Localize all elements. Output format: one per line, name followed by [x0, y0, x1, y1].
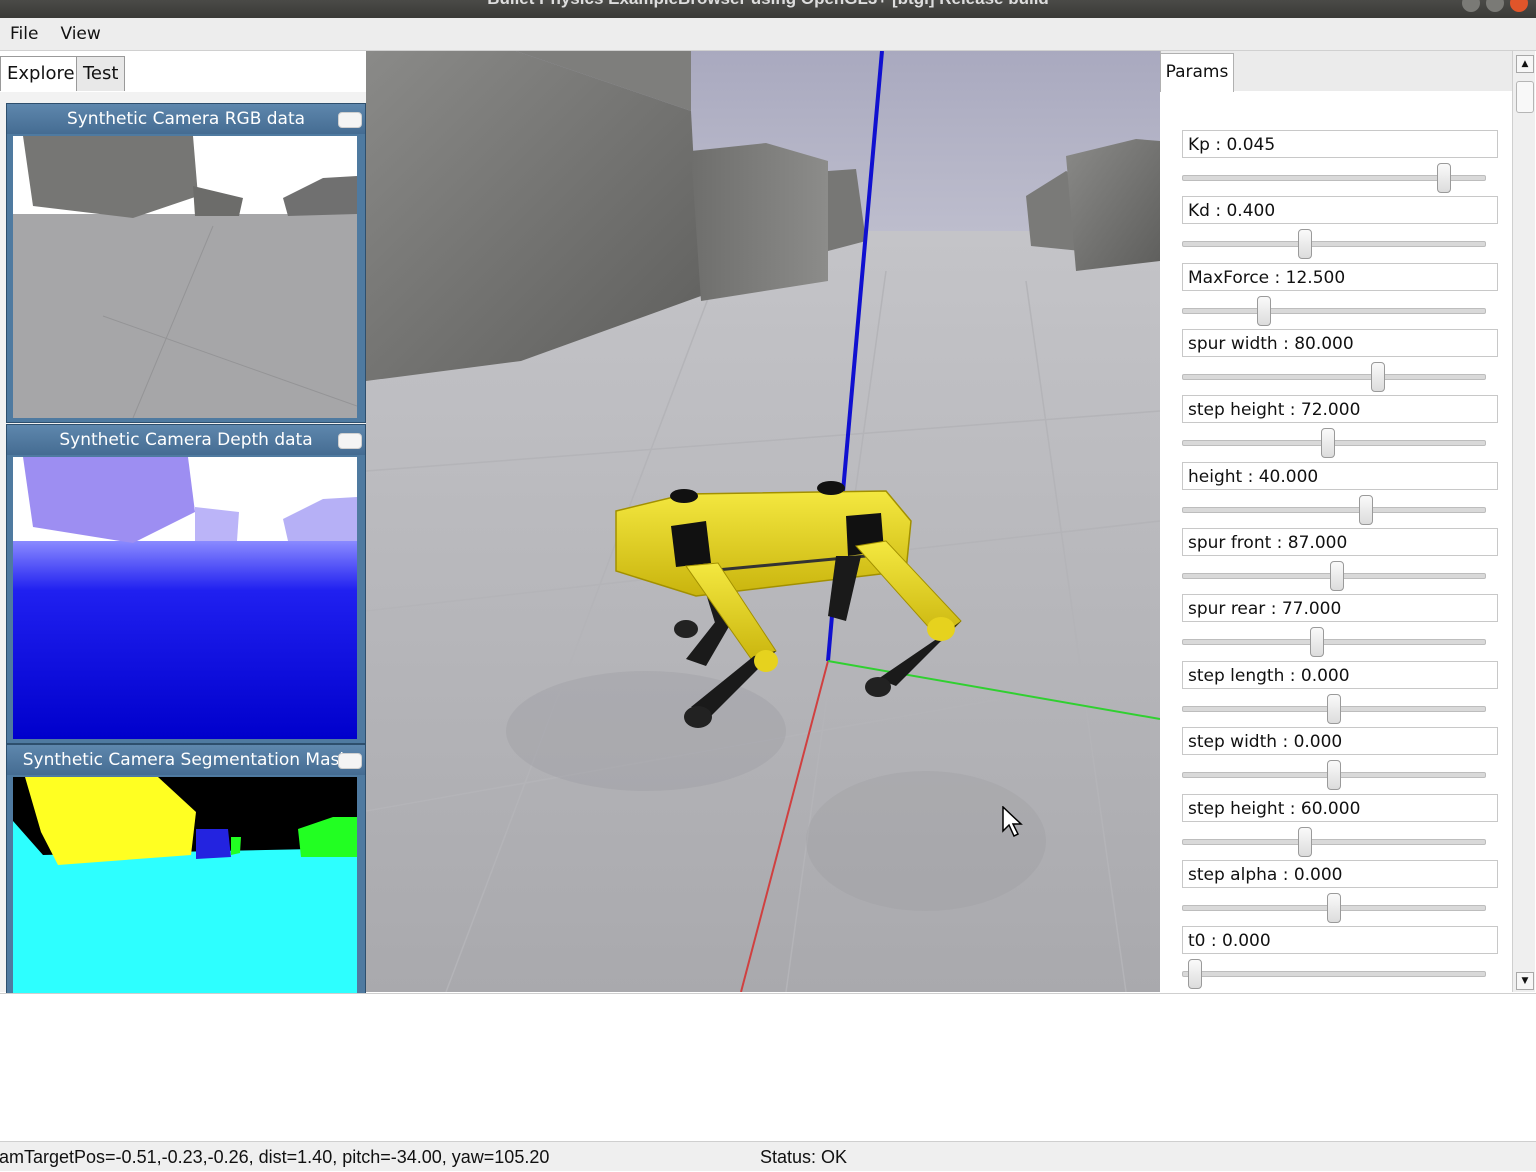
menu-bar: File View: [0, 18, 1536, 51]
status-bar: camTargetPos=-0.51,-0.23,-0.26, dist=1.4…: [0, 1141, 1536, 1171]
param-step-length: step length : 0.000: [1182, 661, 1498, 724]
param-spur-rear: spur rear : 77.000: [1182, 594, 1498, 657]
slider-handle[interactable]: [1321, 428, 1335, 458]
param-step-alpha: step alpha : 0.000: [1182, 860, 1498, 923]
segmentation-camera-title: Synthetic Camera Segmentation Mask: [22, 750, 350, 770]
param-maxforce: MaxForce : 12.500: [1182, 263, 1498, 326]
param-label: MaxForce : 12.500: [1182, 263, 1498, 291]
maximize-button[interactable]: [1486, 0, 1504, 12]
param-t0: t0 : 0.000: [1182, 926, 1498, 989]
tab-test[interactable]: Test: [76, 56, 126, 91]
slider-handle[interactable]: [1330, 561, 1344, 591]
depth-camera-title: Synthetic Camera Depth data: [59, 430, 313, 450]
window-title-bar: Bullet Physics ExampleBrowser using Open…: [0, 0, 1536, 18]
slider-handle[interactable]: [1437, 163, 1451, 193]
slider-handle[interactable]: [1257, 296, 1271, 326]
params-scrollbar[interactable]: ▲ ▼: [1512, 51, 1535, 992]
minimize-button[interactable]: [1462, 0, 1480, 12]
scroll-thumb[interactable]: [1516, 81, 1534, 113]
depth-camera-header[interactable]: Synthetic Camera Depth data: [7, 425, 365, 455]
window-controls: [1462, 0, 1528, 12]
slider-track[interactable]: [1182, 308, 1486, 314]
slider-track[interactable]: [1182, 971, 1486, 977]
segmentation-camera-minimize-button[interactable]: [338, 753, 362, 769]
param-step-height-2: step height : 60.000: [1182, 794, 1498, 857]
param-step-width: step width : 0.000: [1182, 727, 1498, 790]
slider-handle[interactable]: [1327, 893, 1341, 923]
param-kd: Kd : 0.400: [1182, 196, 1498, 259]
param-label: step alpha : 0.000: [1182, 860, 1498, 888]
slider-handle[interactable]: [1310, 627, 1324, 657]
param-height: height : 40.000: [1182, 462, 1498, 525]
scroll-down-button[interactable]: ▼: [1516, 972, 1534, 990]
slider-handle[interactable]: [1327, 694, 1341, 724]
slider-handle[interactable]: [1371, 362, 1385, 392]
slider-handle[interactable]: [1298, 827, 1312, 857]
slider-track[interactable]: [1182, 507, 1486, 513]
status-text: Status: OK: [760, 1147, 848, 1167]
param-label: spur rear : 77.000: [1182, 594, 1498, 622]
param-label: spur width : 80.000: [1182, 329, 1498, 357]
slider-handle[interactable]: [1359, 495, 1373, 525]
param-spur-front: spur front : 87.000: [1182, 528, 1498, 591]
segmentation-camera-header[interactable]: Synthetic Camera Segmentation Mask: [7, 745, 365, 775]
rgb-camera-title: Synthetic Camera RGB data: [66, 109, 306, 129]
param-label: step length : 0.000: [1182, 661, 1498, 689]
close-button[interactable]: [1510, 0, 1528, 12]
param-label: Kp : 0.045: [1182, 130, 1498, 158]
param-kp: Kp : 0.045: [1182, 130, 1498, 193]
depth-camera-panel: Synthetic Camera Depth data: [6, 424, 366, 744]
param-label: Kd : 0.400: [1182, 196, 1498, 224]
slider-track[interactable]: [1182, 374, 1486, 380]
rgb-camera-image: [13, 136, 357, 418]
3d-viewport[interactable]: [366, 51, 1160, 992]
param-label: step height : 60.000: [1182, 794, 1498, 822]
rgb-camera-panel: Synthetic Camera RGB data: [6, 103, 366, 423]
param-label: t0 : 0.000: [1182, 926, 1498, 954]
left-tab-bar: Explorer Test: [0, 52, 366, 92]
camera-info: camTargetPos=-0.51,-0.23,-0.26, dist=1.4…: [0, 1147, 550, 1167]
menu-file[interactable]: File: [0, 24, 50, 44]
scene-render: [366, 51, 1160, 992]
tab-params[interactable]: Params: [1160, 53, 1234, 92]
menu-view[interactable]: View: [50, 24, 112, 44]
rgb-camera-minimize-button[interactable]: [338, 112, 362, 128]
slider-track[interactable]: [1182, 839, 1486, 845]
param-label: height : 40.000: [1182, 462, 1498, 490]
param-label: step height : 72.000: [1182, 395, 1498, 423]
param-label: step width : 0.000: [1182, 727, 1498, 755]
slider-track[interactable]: [1182, 241, 1486, 247]
slider-handle[interactable]: [1298, 229, 1312, 259]
rgb-camera-header[interactable]: Synthetic Camera RGB data: [7, 104, 365, 134]
window-title: Bullet Physics ExampleBrowser using Open…: [487, 0, 1049, 8]
slider-track[interactable]: [1182, 639, 1486, 645]
slider-handle[interactable]: [1188, 959, 1202, 989]
scroll-up-button[interactable]: ▲: [1516, 55, 1534, 73]
depth-camera-image: [13, 457, 357, 739]
mouse-cursor-icon: [1002, 806, 1023, 838]
console-output: [0, 993, 1536, 1142]
slider-handle[interactable]: [1327, 760, 1341, 790]
param-step-height: step height : 72.000: [1182, 395, 1498, 458]
depth-camera-minimize-button[interactable]: [338, 433, 362, 449]
param-label: spur front : 87.000: [1182, 528, 1498, 556]
param-spur-width: spur width : 80.000: [1182, 329, 1498, 392]
